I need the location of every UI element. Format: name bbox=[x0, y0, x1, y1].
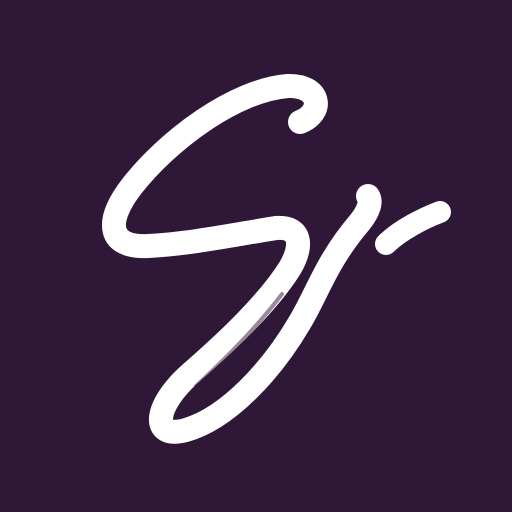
dot-stroke bbox=[375, 201, 451, 255]
app-icon bbox=[0, 0, 512, 512]
brush-script-s-logo-icon bbox=[102, 74, 451, 444]
letter-s-stroke bbox=[102, 74, 382, 444]
